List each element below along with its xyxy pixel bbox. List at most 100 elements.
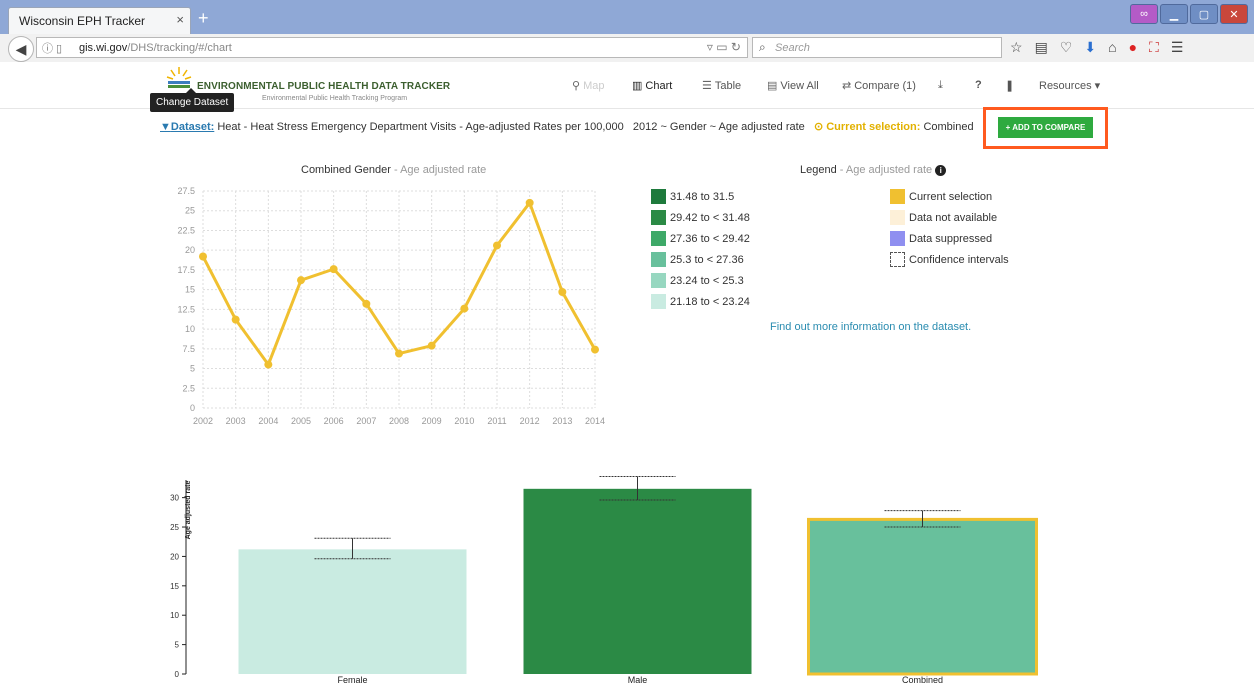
x-tick-label: 2003 bbox=[226, 416, 246, 426]
legend-swatch bbox=[890, 231, 905, 246]
nav-chart[interactable]: ▥ Chart bbox=[632, 79, 672, 92]
close-window-button[interactable]: ✕ bbox=[1220, 4, 1248, 24]
bar-chart-icon: ▥ bbox=[632, 80, 643, 92]
home-icon[interactable]: ⌂ bbox=[1108, 39, 1116, 56]
y-tick-label: 5 bbox=[190, 364, 195, 374]
bookmark-icon[interactable]: ❚ bbox=[1005, 79, 1014, 92]
dataset-link[interactable]: ▼Dataset: bbox=[160, 121, 214, 133]
legend-class-item: 25.3 to < 27.36 bbox=[651, 252, 744, 267]
data-point bbox=[427, 341, 436, 350]
dataset-filters: 2012 ~ Gender ~ Age adjusted rate bbox=[632, 121, 805, 133]
legend-class-label: 31.48 to 31.5 bbox=[670, 190, 735, 203]
dataset-name: Heat - Heat Stress Emergency Department … bbox=[217, 121, 624, 133]
document-icon: ▤ bbox=[767, 80, 778, 92]
pocket-icon[interactable]: ♡ bbox=[1060, 39, 1073, 56]
dataset-line: ▼Dataset: Heat - Heat Stress Emergency D… bbox=[160, 120, 974, 133]
tab-title: Wisconsin EPH Tracker bbox=[19, 14, 146, 28]
x-tick-label: 2006 bbox=[324, 416, 344, 426]
legend-swatch bbox=[651, 210, 666, 225]
download-data-icon[interactable]: ⤓ bbox=[938, 79, 943, 92]
data-point bbox=[493, 241, 501, 250]
bar bbox=[523, 488, 752, 674]
translate-icon[interactable]: ⛶ bbox=[1149, 39, 1159, 56]
browser-titlebar: Wisconsin EPH Tracker × + ∞ ▁ ▢ ✕ bbox=[0, 0, 1254, 34]
new-tab-icon[interactable]: + bbox=[198, 8, 209, 29]
nav-compare[interactable]: ⇄ Compare (1) bbox=[842, 79, 916, 92]
y-tick-label: 5 bbox=[175, 641, 180, 650]
y-tick-label: 25 bbox=[170, 523, 179, 532]
site-info-icon[interactable]: ⓘ ▯ bbox=[42, 40, 62, 56]
y-tick-label: 10 bbox=[170, 611, 179, 620]
maximize-button[interactable]: ▢ bbox=[1190, 4, 1218, 24]
legend-swatch bbox=[651, 231, 666, 246]
y-tick-label: 2.5 bbox=[182, 383, 195, 393]
y-tick-label: 0 bbox=[175, 670, 180, 679]
x-tick-label: 2010 bbox=[454, 416, 474, 426]
window-controls: ∞ ▁ ▢ ✕ bbox=[1130, 4, 1248, 24]
legend-not-available: Data not available bbox=[890, 210, 997, 225]
y-tick-label: 25 bbox=[185, 206, 195, 216]
line-chart: 0 2.5 5 7.5 10 12.5 15 17.5 20 22.5 25 27.5 2002 2003… bbox=[177, 186, 605, 426]
reader-reload-icons[interactable]: ▿ ▭ ↻ bbox=[707, 40, 741, 54]
legend-swatch bbox=[890, 210, 905, 225]
y-tick-label: 17.5 bbox=[177, 265, 195, 275]
data-point bbox=[264, 360, 273, 369]
adblock-icon[interactable]: ● bbox=[1129, 39, 1137, 56]
target-icon: ⊙ bbox=[813, 121, 824, 133]
y-tick-label: 7.5 bbox=[182, 344, 195, 354]
legend-swatch bbox=[651, 189, 666, 204]
data-point bbox=[199, 252, 207, 261]
x-tick-label: 2008 bbox=[389, 416, 409, 426]
bookmarks-icon[interactable]: ▤ bbox=[1035, 39, 1048, 56]
dataset-info-link[interactable]: Find out more information on the dataset… bbox=[770, 321, 971, 333]
legend-class-item: 21.18 to < 23.24 bbox=[651, 294, 750, 309]
data-point bbox=[231, 315, 240, 324]
nav-table[interactable]: ☰ Table bbox=[702, 79, 741, 92]
bookmark-star-icon[interactable]: ☆ bbox=[1010, 39, 1023, 56]
data-point bbox=[329, 265, 338, 274]
table-icon: ☰ bbox=[702, 80, 712, 92]
bar bbox=[238, 549, 467, 674]
legend-class-item: 31.48 to 31.5 bbox=[651, 189, 734, 204]
nav-resources[interactable]: Resources ▾ bbox=[1039, 79, 1100, 92]
url-bar[interactable]: ⓘ ▯ gis.wi.gov/DHS/tracking/#/chart ▿ ▭ … bbox=[36, 37, 748, 58]
legend-class-label: 23.24 to < 25.3 bbox=[670, 274, 744, 287]
x-tick-label: 2002 bbox=[193, 416, 213, 426]
legend-swatch bbox=[651, 252, 666, 267]
y-tick-label: 20 bbox=[185, 245, 195, 255]
info-icon[interactable]: i bbox=[935, 165, 947, 176]
logo-title[interactable]: ENVIRONMENTAL PUBLIC HEALTH DATA TRACKER bbox=[197, 81, 450, 92]
y-tick-label: 30 bbox=[170, 494, 179, 503]
x-tick-label: 2012 bbox=[520, 416, 540, 426]
legend-swatch bbox=[890, 189, 905, 204]
search-bar[interactable]: ⌕ Search bbox=[752, 37, 1002, 58]
x-tick-label: 2004 bbox=[258, 416, 278, 426]
bar bbox=[807, 517, 1038, 676]
browser-navbar: ◀ ⓘ ▯ gis.wi.gov/DHS/tracking/#/chart ▿ … bbox=[0, 34, 1254, 63]
legend-title: Legend - Age adjusted rate i bbox=[800, 164, 947, 176]
data-point bbox=[525, 198, 534, 207]
browser-tab[interactable]: Wisconsin EPH Tracker × bbox=[8, 7, 191, 34]
y-tick-label: 10 bbox=[185, 324, 195, 334]
minimize-button[interactable]: ▁ bbox=[1160, 4, 1188, 24]
legend-class-label: 21.18 to < 23.24 bbox=[670, 295, 750, 308]
nav-view-all[interactable]: ▤ View All bbox=[767, 79, 819, 92]
menu-icon[interactable]: ☰ bbox=[1171, 39, 1184, 56]
data-point bbox=[362, 299, 371, 308]
search-placeholder: Search bbox=[775, 42, 810, 54]
x-category-label: Combined bbox=[902, 675, 943, 684]
x-tick-label: 2005 bbox=[291, 416, 311, 426]
nav-help[interactable]: ? bbox=[975, 79, 982, 91]
y-tick-label: 12.5 bbox=[177, 304, 195, 314]
tab-close-icon[interactable]: × bbox=[176, 12, 184, 27]
legend-swatch bbox=[651, 273, 666, 288]
nav-map[interactable]: ⚲ Map bbox=[572, 79, 604, 92]
download-icon[interactable]: ⬇ bbox=[1084, 39, 1096, 56]
mask-icon: ∞ bbox=[1130, 4, 1158, 24]
legend-class-label: 27.36 to < 29.42 bbox=[670, 232, 750, 245]
current-selection-value: Combined bbox=[923, 121, 974, 133]
legend-class-item: 29.42 to < 31.48 bbox=[651, 210, 750, 225]
legend-class-label: 29.42 to < 31.48 bbox=[670, 211, 750, 224]
add-to-compare-button[interactable]: + ADD TO COMPARE bbox=[998, 117, 1093, 138]
back-button[interactable]: ◀ bbox=[8, 36, 34, 62]
